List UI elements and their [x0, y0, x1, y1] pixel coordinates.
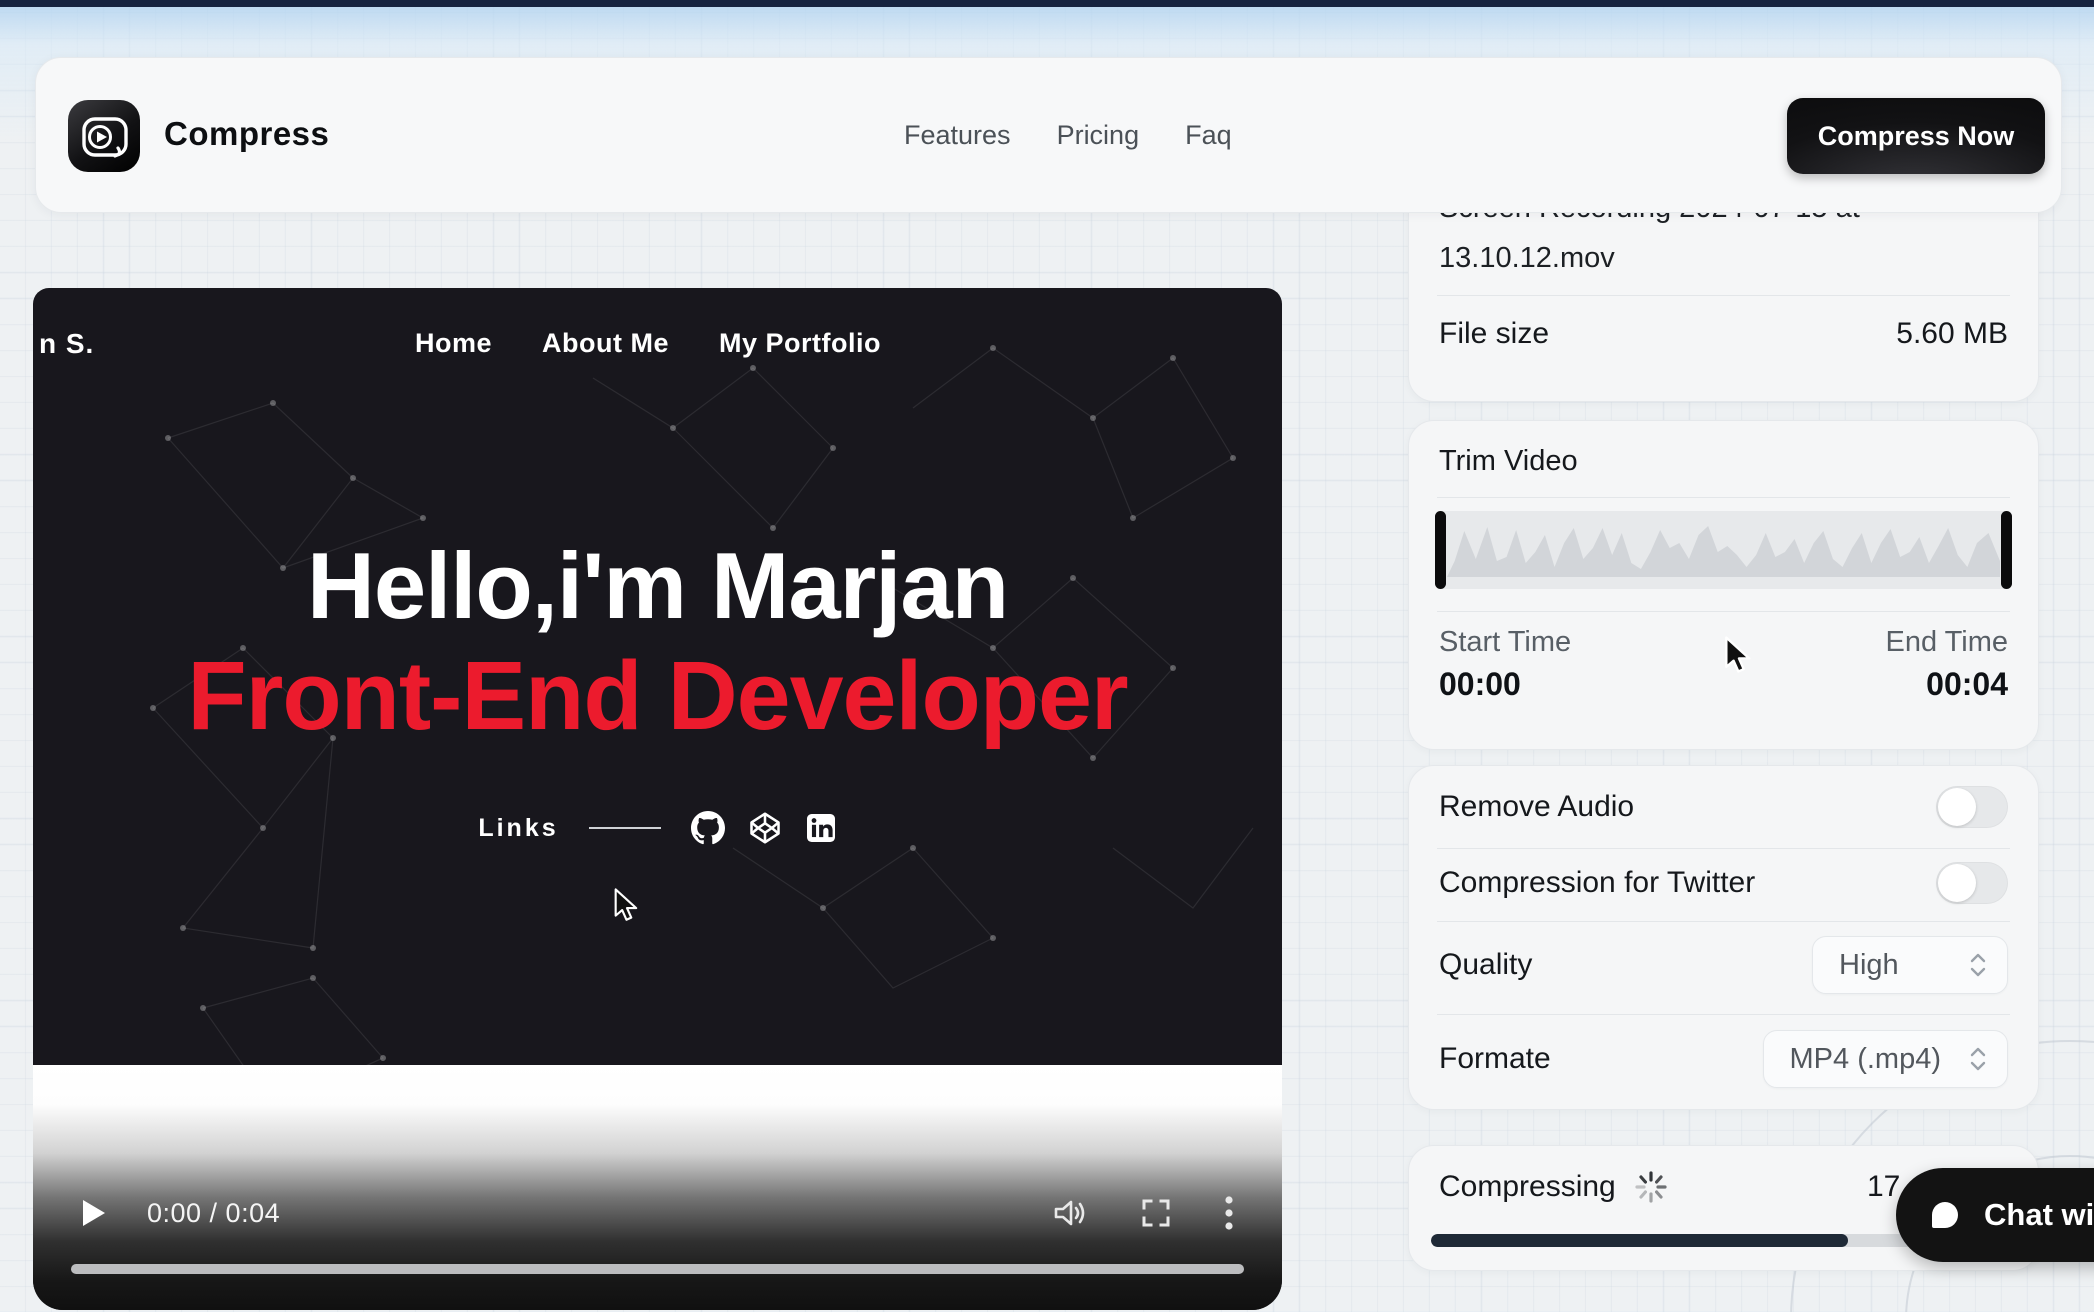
player-controls-right	[1052, 1195, 1234, 1231]
waveform-graph	[1447, 515, 2000, 585]
format-selected-value: MP4 (.mp4)	[1790, 1043, 1941, 1076]
fullscreen-icon[interactable]	[1140, 1197, 1172, 1229]
hero-subtitle: Front-End Developer	[33, 640, 1282, 752]
brand-title: Compress	[164, 115, 329, 153]
trim-end-handle[interactable]	[2001, 511, 2012, 589]
remove-audio-label: Remove Audio	[1439, 790, 1634, 824]
compress-now-button[interactable]: Compress Now	[1787, 98, 2045, 174]
chevron-up-down-icon	[1967, 1045, 1989, 1073]
quality-row: Quality High	[1439, 930, 2008, 1000]
start-time-label: Start Time	[1439, 626, 1571, 659]
format-row: Formate MP4 (.mp4)	[1439, 1024, 2008, 1094]
time-remaining-value: 17	[1867, 1170, 1900, 1204]
divider	[1437, 848, 2010, 849]
hero-title: Hello,i'm Marjan	[33, 532, 1282, 640]
file-size-row: File size 5.60 MB	[1439, 317, 2008, 351]
nav-item-faq[interactable]: Faq	[1185, 120, 1232, 151]
quality-select[interactable]: High	[1812, 936, 2008, 994]
nav-item-pricing[interactable]: Pricing	[1057, 120, 1140, 151]
compressing-label: Compressing	[1439, 1170, 1616, 1204]
chat-widget-button[interactable]: Chat wit	[1896, 1168, 2094, 1262]
site-nav: Home About Me My Portfolio	[415, 328, 881, 359]
file-size-label: File size	[1439, 317, 1549, 351]
file-name-line2: 13.10.12.mov	[1439, 239, 2008, 277]
loading-spinner-icon	[1634, 1170, 1668, 1204]
twitter-compression-row: Compression for Twitter	[1439, 854, 2008, 912]
file-size-value: 5.60 MB	[1896, 317, 2008, 351]
toggle-knob	[1938, 864, 1976, 902]
linkedin-icon	[805, 812, 837, 844]
page: Screen Recording 2024-07-15 at 13.10.12.…	[0, 0, 2094, 1312]
player-controls: 0:00 / 0:04	[33, 1180, 1282, 1246]
toggle-knob	[1938, 788, 1976, 826]
github-icon	[691, 811, 725, 845]
chat-bubble-icon	[1922, 1192, 1968, 1238]
nav-item-features[interactable]: Features	[904, 120, 1011, 151]
remove-audio-toggle[interactable]	[1936, 786, 2008, 828]
start-time-value[interactable]: 00:00	[1439, 666, 1521, 703]
divider	[1437, 295, 2010, 296]
divider	[1437, 921, 2010, 922]
trim-values-row: 00:00 00:04	[1439, 666, 2008, 703]
volume-icon[interactable]	[1052, 1197, 1088, 1229]
trim-waveform[interactable]	[1435, 511, 2012, 589]
site-nav-home: Home	[415, 328, 492, 359]
trim-labels-row: Start Time End Time	[1439, 626, 2008, 659]
top-accent-strip	[0, 0, 2094, 7]
links-divider-line	[589, 827, 661, 829]
links-row: Links	[33, 808, 1282, 848]
app-logo[interactable]	[68, 100, 140, 172]
end-time-value[interactable]: 00:04	[1926, 666, 2008, 703]
chevron-up-down-icon	[1967, 951, 1989, 979]
site-nav-about: About Me	[542, 328, 669, 359]
trim-title: Trim Video	[1439, 445, 1578, 478]
format-label: Formate	[1439, 1042, 1551, 1076]
twitter-compression-toggle[interactable]	[1936, 862, 2008, 904]
trim-video-card: Trim Video Start Time End Time 00:00 00:…	[1408, 420, 2039, 750]
divider	[1437, 497, 2010, 498]
remove-audio-row: Remove Audio	[1439, 778, 2008, 836]
site-nav-portfolio: My Portfolio	[719, 328, 881, 359]
divider	[1437, 611, 2010, 612]
kebab-menu-icon[interactable]	[1224, 1195, 1234, 1231]
player-time: 0:00 / 0:04	[147, 1198, 280, 1229]
video-player[interactable]: n S. Home About Me My Portfolio Hello,i'…	[33, 288, 1282, 1310]
progress-fill	[1431, 1234, 1848, 1247]
play-button-icon[interactable]	[81, 1198, 107, 1228]
app-header: Compress Features Pricing Faq Compress N…	[35, 57, 2062, 213]
codepen-icon	[747, 810, 783, 846]
header-nav: Features Pricing Faq	[904, 58, 1232, 212]
quality-label: Quality	[1439, 948, 1532, 982]
trim-start-handle[interactable]	[1435, 511, 1446, 589]
quality-selected-value: High	[1839, 949, 1899, 982]
format-select[interactable]: MP4 (.mp4)	[1763, 1030, 2008, 1088]
end-time-label: End Time	[1886, 626, 2009, 659]
seek-bar[interactable]	[71, 1264, 1244, 1274]
twitter-compression-label: Compression for Twitter	[1439, 866, 1755, 900]
divider	[1437, 1014, 2010, 1015]
chat-label: Chat wit	[1984, 1197, 2094, 1233]
options-card: Remove Audio Compression for Twitter Qua…	[1408, 765, 2039, 1110]
video-play-logo-icon	[68, 100, 140, 172]
site-brand-fragment: n S.	[39, 328, 94, 360]
links-label: Links	[478, 814, 558, 843]
